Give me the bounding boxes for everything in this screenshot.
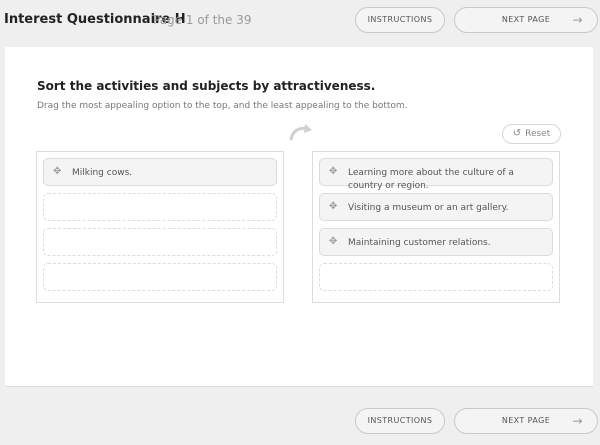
sortable-item[interactable]: ✥ Maintaining customer relations. <box>319 228 553 256</box>
empty-slot[interactable] <box>43 228 277 256</box>
next-page-button-label: NEXT PAGE <box>501 416 551 425</box>
left-drop-zone[interactable]: ✥ Milking cows. <box>36 151 284 303</box>
next-page-button-label: NEXT PAGE <box>501 15 551 24</box>
bottom-bar: INSTRUCTIONS NEXT PAGE → <box>0 390 600 445</box>
arrow-right-icon: → <box>572 13 583 27</box>
item-label: Visiting a museum or an art gallery. <box>348 203 509 213</box>
next-page-button[interactable]: NEXT PAGE → <box>454 7 598 33</box>
empty-slot[interactable] <box>43 263 277 291</box>
question-card: Sort the activities and subjects by attr… <box>5 47 593 387</box>
undo-icon: ↺ <box>512 128 522 139</box>
question-title: Sort the activities and subjects by attr… <box>37 79 376 93</box>
drag-hint-arrow-icon <box>289 124 312 141</box>
instructions-button-label: INSTRUCTIONS <box>367 416 433 425</box>
instructions-button[interactable]: INSTRUCTIONS <box>355 408 445 434</box>
drag-handle-icon[interactable]: ✥ <box>329 167 337 177</box>
question-instruction: Drag the most appealing option to the to… <box>37 101 408 111</box>
item-label: Maintaining customer relations. <box>348 238 491 248</box>
drag-handle-icon[interactable]: ✥ <box>53 167 61 177</box>
next-page-button[interactable]: NEXT PAGE → <box>454 408 598 434</box>
empty-slot[interactable] <box>43 193 277 221</box>
top-bar: Interest Questionnaire H Page 1 of the 3… <box>0 0 600 42</box>
sortable-item[interactable]: ✥ Milking cows. <box>43 158 277 186</box>
reset-button-label: Reset <box>525 129 551 139</box>
arrow-right-icon: → <box>572 414 583 428</box>
empty-slot[interactable] <box>319 263 553 291</box>
instructions-button-label: INSTRUCTIONS <box>367 15 433 24</box>
sortable-item[interactable]: ✥ Learning more about the culture of a c… <box>319 158 553 191</box>
drag-handle-icon[interactable]: ✥ <box>329 237 337 247</box>
reset-button[interactable]: ↺ Reset <box>502 124 561 144</box>
drag-handle-icon[interactable]: ✥ <box>329 202 337 212</box>
item-label: Milking cows. <box>72 168 133 178</box>
right-drop-zone[interactable]: ✥ Learning more about the culture of a c… <box>312 151 560 303</box>
item-label: Learning more about the culture of a cou… <box>348 168 514 191</box>
sortable-item[interactable]: ✥ Visiting a museum or an art gallery. <box>319 193 553 221</box>
page-indicator: Page 1 of the 39 <box>153 13 252 27</box>
instructions-button[interactable]: INSTRUCTIONS <box>355 7 445 33</box>
